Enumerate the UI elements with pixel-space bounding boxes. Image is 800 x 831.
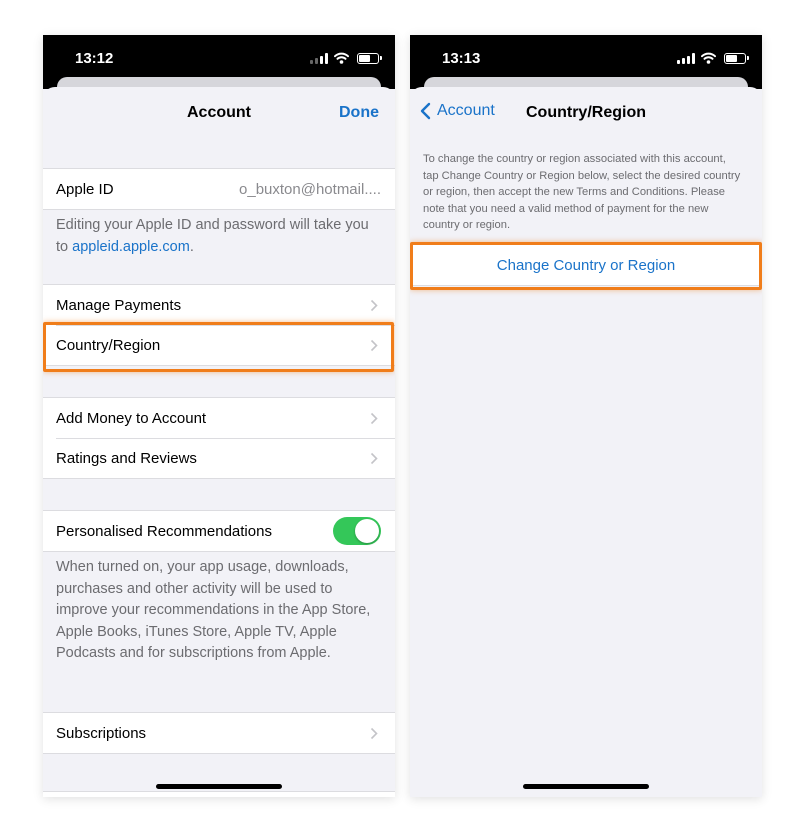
- toggle-knob: [355, 519, 379, 543]
- apple-id-note: Editing your Apple ID and password will …: [56, 217, 369, 255]
- done-button[interactable]: Done: [339, 104, 379, 122]
- country-change-info: To change the country or region associat…: [423, 153, 741, 231]
- system-icons: [677, 52, 749, 64]
- chevron-right-icon: [367, 726, 381, 740]
- ratings-reviews-label: Ratings and Reviews: [56, 449, 197, 467]
- country-region-screen: 13:13 Account Country/Region To change t…: [410, 35, 762, 797]
- chevron-right-icon: [367, 451, 381, 465]
- home-indicator: [523, 784, 649, 789]
- money-group: Add Money to Account Ratings and Reviews: [43, 397, 395, 479]
- signal-icon: [310, 53, 328, 64]
- country-region-highlight: [43, 322, 394, 372]
- wifi-icon: [334, 52, 349, 64]
- personalised-label: Personalised Recommendations: [56, 522, 272, 540]
- change-country-highlight: [410, 242, 762, 290]
- subscriptions-group: Subscriptions: [43, 712, 395, 754]
- apple-id-group: Apple ID o_buxton@hotmail....: [43, 168, 395, 210]
- personalised-group: Personalised Recommendations: [43, 510, 395, 552]
- manage-payments-row[interactable]: Manage Payments: [43, 285, 395, 325]
- subscriptions-label: Subscriptions: [56, 724, 147, 742]
- appleid-link[interactable]: appleid.apple.com: [72, 239, 190, 255]
- subscriptions-row[interactable]: Subscriptions: [43, 713, 395, 753]
- account-screen: 13:12 Account Done Apple ID o_buxton@hot…: [43, 35, 395, 797]
- add-money-label: Add Money to Account: [56, 409, 207, 427]
- ratings-reviews-row[interactable]: Ratings and Reviews: [43, 438, 395, 478]
- chevron-right-icon: [367, 411, 381, 425]
- home-indicator: [156, 784, 282, 789]
- apple-id-label: Apple ID: [56, 180, 114, 198]
- personalised-toggle[interactable]: [333, 517, 381, 545]
- manage-payments-label: Manage Payments: [56, 296, 182, 314]
- chevron-right-icon: [367, 298, 381, 312]
- personalised-row: Personalised Recommendations: [43, 511, 395, 551]
- apple-id-value: o_buxton@hotmail....: [239, 180, 381, 198]
- wifi-icon: [701, 52, 716, 64]
- account-sheet: Account Done Apple ID o_buxton@hotmail..…: [43, 87, 395, 797]
- battery-icon: [724, 53, 749, 64]
- battery-icon: [357, 53, 382, 64]
- nav-title: Country/Region: [526, 104, 646, 121]
- apple-id-row[interactable]: Apple ID o_buxton@hotmail....: [43, 169, 395, 209]
- system-icons: [310, 52, 382, 64]
- add-money-row[interactable]: Add Money to Account: [43, 398, 395, 438]
- status-time: 13:12: [75, 50, 114, 67]
- country-region-sheet: Account Country/Region To change the cou…: [410, 87, 762, 797]
- status-time: 13:13: [442, 50, 481, 67]
- personalised-note: When turned on, your app usage, download…: [56, 559, 371, 661]
- signal-icon: [677, 53, 695, 64]
